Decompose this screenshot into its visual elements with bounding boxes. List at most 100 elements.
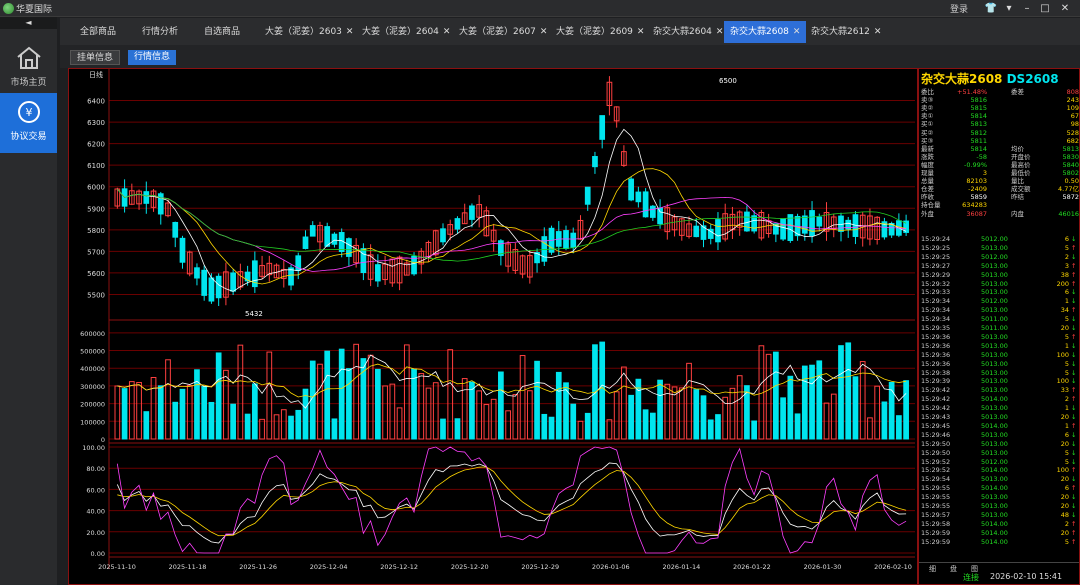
tab-label: 杂交大蒜2604 bbox=[653, 27, 712, 37]
tab-product[interactable]: 大姜（泥姜）2604 ✕ bbox=[356, 21, 456, 43]
candle-body bbox=[744, 211, 750, 232]
date-label: 2025-11-26 bbox=[239, 563, 277, 571]
volume-bar bbox=[678, 387, 685, 440]
volume-bar bbox=[896, 415, 902, 440]
kline-chart-panel[interactable]: 5500 5600 5700 5800 5900 6000 6100 6200 6300 6400… bbox=[68, 68, 918, 585]
volume-bar bbox=[215, 352, 222, 440]
tick-v: 20 bbox=[1060, 502, 1069, 510]
quote-v-cell: -58 bbox=[976, 152, 987, 161]
subtab-item[interactable]: 行情信息 bbox=[128, 50, 177, 65]
volume-bar bbox=[707, 419, 714, 440]
tab-product[interactable]: 全部商品 bbox=[74, 21, 122, 43]
tab-close-icon[interactable]: ✕ bbox=[443, 27, 451, 37]
volume-tick-label: 200000 bbox=[80, 401, 105, 409]
low-price-label: 5432 bbox=[245, 310, 263, 318]
sidebar-item-market-home[interactable]: 市场主页 bbox=[0, 39, 57, 99]
tab-product[interactable]: 大姜（泥姜）2603 ✕ bbox=[259, 21, 359, 43]
volume-bar bbox=[411, 368, 417, 440]
subtab-item[interactable] bbox=[188, 50, 200, 65]
date-label: 2026-01-22 bbox=[733, 563, 771, 571]
tab-label: 杂交大蒜2612 bbox=[811, 27, 870, 37]
quote-l-cell: 仓差 bbox=[921, 185, 934, 194]
quote-v-cell: 5814 bbox=[970, 144, 987, 153]
quote-v2-cell: 5813 bbox=[1062, 144, 1079, 153]
volume-bar bbox=[628, 394, 634, 440]
tick-d: ↓ bbox=[1071, 315, 1077, 324]
sidebar-item-protocol-trade[interactable]: ¥ 协议交易 bbox=[0, 93, 57, 153]
menu-dropdown-icon[interactable]: ▾ bbox=[1000, 1, 1018, 16]
tick-t: 15:29:50 bbox=[921, 448, 951, 457]
tab-close-icon[interactable]: ✕ bbox=[793, 27, 801, 37]
tab-label: 大姜（泥姜）2603 bbox=[265, 27, 342, 37]
subtab-item[interactable] bbox=[235, 50, 247, 65]
tab-product[interactable]: 自选商品 bbox=[198, 21, 246, 43]
candle-body bbox=[411, 255, 417, 275]
skin-icon[interactable]: 👕 bbox=[982, 1, 1000, 16]
tick-d: ↓ bbox=[1071, 404, 1077, 413]
quote-v2-cell: 5872 bbox=[1062, 193, 1079, 202]
tick-t: 15:29:55 bbox=[921, 484, 951, 493]
candle-body bbox=[563, 230, 569, 250]
svg-text:¥: ¥ bbox=[26, 106, 33, 119]
tick-v: 5 bbox=[1064, 315, 1069, 324]
tick-row: 15:29:52 5014.00 100 ↑ bbox=[921, 466, 1079, 474]
tab-close-icon[interactable]: ✕ bbox=[637, 27, 645, 37]
tab-product[interactable]: 杂交大蒜2612 ✕ bbox=[805, 21, 887, 43]
period-label: 日线 bbox=[89, 70, 103, 79]
tab-product[interactable]: 行情分析 bbox=[136, 21, 184, 43]
collapse-sidebar-icon[interactable]: ◄ bbox=[0, 17, 57, 29]
tab-product[interactable]: 大姜（泥姜）2607 ✕ bbox=[453, 21, 553, 43]
tab-product[interactable]: 大姜（泥姜）2609 ✕ bbox=[550, 21, 650, 43]
tick-v: 5 bbox=[1064, 243, 1069, 252]
tick-d: ↑ bbox=[1071, 484, 1077, 493]
tab-product[interactable]: 杂交大蒜2604 ✕ bbox=[647, 21, 729, 43]
volume-tick-label: 300000 bbox=[80, 383, 105, 391]
kline-chart[interactable]: 5500 5600 5700 5800 5900 6000 6100 6200 6300 6400… bbox=[69, 69, 917, 584]
tick-row: 15:29:52 5012.00 5 ↓ bbox=[921, 458, 1079, 466]
minimize-icon[interactable]: – bbox=[1018, 1, 1036, 16]
close-icon[interactable]: ✕ bbox=[1056, 1, 1074, 16]
volume-bar bbox=[194, 369, 200, 440]
volume-bar bbox=[534, 360, 540, 440]
quote-l-cell: 卖③ bbox=[921, 96, 934, 105]
login-link[interactable]: 登录 bbox=[950, 2, 968, 15]
tick-p: 5011.00 bbox=[981, 315, 1008, 324]
price-tick-label: 5700 bbox=[87, 248, 105, 256]
quote-l-cell: 现量 bbox=[921, 169, 934, 177]
maximize-icon[interactable]: □ bbox=[1036, 1, 1054, 16]
tab-close-icon[interactable]: ✕ bbox=[874, 27, 882, 37]
subtab-item[interactable]: 挂单信息 bbox=[70, 50, 121, 65]
quote-row: 外盘 36087 内盘 46016 bbox=[921, 210, 1079, 218]
tick-row: 15:29:50 5013.00 20 ↓ bbox=[921, 440, 1079, 448]
subtab-item[interactable] bbox=[274, 50, 286, 65]
quote-v-cell: -2409 bbox=[968, 185, 987, 194]
candle-body bbox=[201, 269, 208, 296]
tab-close-icon[interactable]: ✕ bbox=[716, 27, 724, 37]
volume-bar bbox=[729, 387, 736, 440]
tab-close-icon[interactable]: ✕ bbox=[346, 27, 354, 37]
date-label: 2025-12-29 bbox=[521, 563, 559, 571]
volume-bar bbox=[794, 413, 801, 440]
product-tab-bar: 全部商品 行情分析 自选商品 大姜（泥姜）2603 ✕ 大姜（泥姜）2604 ✕ 大姜（泥姜）… bbox=[60, 18, 1080, 45]
tab-close-icon[interactable]: ✕ bbox=[540, 27, 548, 37]
volume-bar bbox=[418, 373, 425, 440]
volume-bar bbox=[331, 418, 338, 440]
price-tick-label: 6000 bbox=[87, 184, 105, 192]
volume-tick-label: 600000 bbox=[80, 330, 105, 338]
tick-t: 15:29:27 bbox=[921, 261, 951, 270]
tick-p: 5014.00 bbox=[981, 421, 1008, 430]
tick-row: 15:29:25 5013.00 5 ↑ bbox=[921, 244, 1079, 252]
tick-row: 15:29:55 5013.00 20 ↓ bbox=[921, 493, 1079, 501]
candle-body bbox=[440, 228, 446, 243]
osc-tick-label: 100.00 bbox=[82, 444, 105, 452]
candle-body bbox=[801, 215, 808, 234]
tab-label: 杂交大蒜2608 bbox=[730, 27, 789, 37]
sidebar-item-label: 协议交易 bbox=[10, 132, 47, 142]
subtab-item[interactable] bbox=[322, 50, 334, 65]
tick-v: 20 bbox=[1060, 528, 1069, 537]
tick-d: ↑ bbox=[1071, 270, 1077, 279]
quote-l-cell: 持仓量 bbox=[921, 201, 941, 210]
date-label: 2026-01-06 bbox=[592, 563, 630, 571]
quote-row: 现量 3 最低价 5802 bbox=[921, 169, 1079, 177]
tab-product[interactable]: 杂交大蒜2608 ✕ bbox=[724, 21, 807, 43]
